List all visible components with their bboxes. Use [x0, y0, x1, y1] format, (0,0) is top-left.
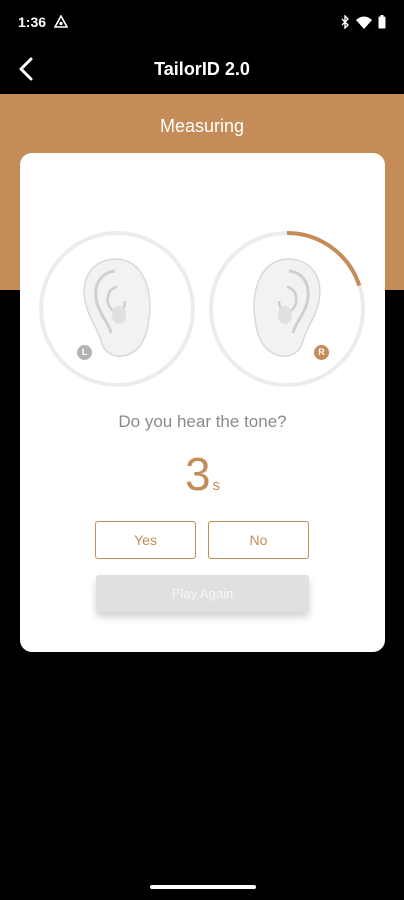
left-ear-badge: L [77, 345, 92, 360]
gesture-nav-handle[interactable] [150, 885, 256, 889]
wifi-icon [356, 16, 372, 29]
location-icon [54, 15, 69, 28]
app-bar: TailorID 2.0 [0, 44, 404, 94]
tone-question: Do you hear the tone? [118, 412, 287, 431]
battery-icon [378, 15, 386, 29]
measuring-card: L R Do you hear the tone? 3s Yes No Play… [20, 153, 385, 652]
back-button[interactable] [12, 54, 40, 84]
left-ear-indicator: L [39, 231, 195, 387]
yes-button[interactable]: Yes [95, 521, 196, 559]
countdown-unit: s [212, 477, 221, 494]
countdown-timer: 3s [20, 447, 385, 501]
no-button[interactable]: No [208, 521, 309, 559]
app-title: TailorID 2.0 [154, 58, 250, 79]
countdown-value: 3 [184, 448, 211, 500]
back-arrow-icon [19, 57, 33, 81]
right-ear-badge: R [314, 345, 329, 360]
bluetooth-icon [341, 15, 349, 29]
play-again-button[interactable]: Play Again [96, 575, 309, 612]
page-title: Measuring [159, 116, 245, 136]
right-ear-indicator: R [209, 231, 365, 387]
status-time: 1:36 [18, 14, 47, 30]
status-bar: 1:36 [0, 0, 404, 44]
